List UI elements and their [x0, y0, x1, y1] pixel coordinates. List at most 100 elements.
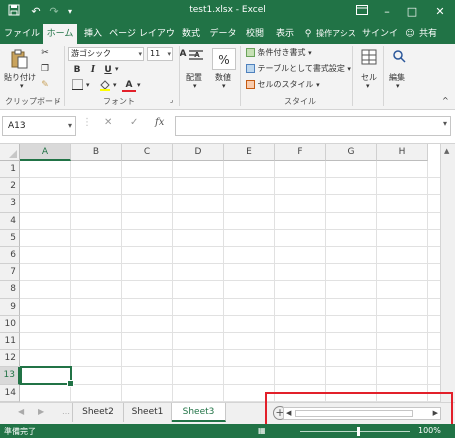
- row-header[interactable]: 7: [0, 264, 20, 282]
- row-header[interactable]: 2: [0, 178, 20, 196]
- sheet-tab[interactable]: Sheet1: [124, 403, 172, 422]
- select-all-button[interactable]: [0, 144, 20, 161]
- row-header[interactable]: 8: [0, 281, 20, 299]
- bold-button[interactable]: B: [70, 63, 84, 77]
- underline-button[interactable]: U: [101, 63, 115, 77]
- zoom-slider[interactable]: [300, 431, 410, 432]
- column-header[interactable]: F: [275, 144, 326, 161]
- copy-icon[interactable]: ❐: [38, 62, 52, 76]
- column-header[interactable]: G: [326, 144, 377, 161]
- lightbulb-icon[interactable]: ⚲: [302, 24, 314, 44]
- name-box[interactable]: A13 ▾: [2, 116, 76, 136]
- zoom-level[interactable]: 100%: [418, 426, 441, 435]
- row-header[interactable]: 5: [0, 229, 20, 247]
- gridline: [20, 297, 440, 299]
- number-format-button[interactable]: %: [212, 48, 236, 70]
- column-header[interactable]: B: [71, 144, 122, 161]
- cells-dropdown-icon[interactable]: ▾: [366, 82, 370, 90]
- cancel-button[interactable]: ✕: [104, 117, 112, 128]
- column-header[interactable]: E: [224, 144, 275, 161]
- borders-dropdown-icon[interactable]: ▾: [86, 81, 90, 89]
- sheet-tab[interactable]: Sheet2: [72, 403, 124, 422]
- font-name-combo[interactable]: 游ゴシック ▾: [68, 47, 144, 61]
- tab-review[interactable]: 校閲: [242, 24, 268, 44]
- fill-color-dropdown-icon[interactable]: ▾: [113, 81, 117, 89]
- search-icon[interactable]: [387, 48, 411, 70]
- normal-view-icon[interactable]: ▦: [258, 426, 266, 435]
- tab-home[interactable]: ホーム: [43, 24, 77, 44]
- chevron-down-icon: ▾: [347, 65, 351, 73]
- column-header[interactable]: D: [173, 144, 224, 161]
- more-tabs-icon[interactable]: …: [62, 407, 70, 416]
- row-header[interactable]: 11: [0, 333, 20, 351]
- number-dropdown-icon[interactable]: ▾: [222, 82, 226, 90]
- tab-insert[interactable]: 挿入: [80, 24, 106, 44]
- clipboard-group-label: クリップボード: [5, 97, 61, 106]
- zoom-slider-thumb[interactable]: [357, 427, 360, 436]
- tab-view[interactable]: 表示: [272, 24, 298, 44]
- underline-dropdown-icon[interactable]: ▾: [115, 65, 119, 73]
- column-header[interactable]: A: [20, 144, 71, 161]
- font-color-dropdown-icon[interactable]: ▾: [137, 81, 141, 89]
- row-header[interactable]: 6: [0, 247, 20, 265]
- italic-button[interactable]: I: [86, 63, 100, 77]
- maximize-button[interactable]: □: [402, 3, 422, 21]
- row-header[interactable]: 14: [0, 384, 20, 402]
- active-cell[interactable]: [20, 366, 74, 387]
- fill-color-icon[interactable]: [98, 79, 112, 93]
- close-button[interactable]: ✕: [430, 3, 450, 21]
- tell-me-box[interactable]: 操作アシス: [316, 24, 356, 44]
- cut-icon[interactable]: ✂: [38, 46, 52, 60]
- ribbon-display-icon[interactable]: [352, 3, 372, 21]
- borders-icon[interactable]: [70, 79, 84, 93]
- row-header[interactable]: 3: [0, 195, 20, 213]
- tab-formulas[interactable]: 数式: [178, 24, 204, 44]
- share-button[interactable]: 共有: [417, 24, 439, 44]
- format-as-table-button[interactable]: テーブルとして書式設定 ▾: [246, 63, 351, 74]
- worksheet-grid[interactable]: ABCDEFGH 1 2 3 4 5 6 7 8 9 10 11 12 13 14: [0, 144, 440, 404]
- minimize-button[interactable]: –: [377, 3, 397, 21]
- formula-bar-menu-icon[interactable]: ⋮: [82, 117, 92, 128]
- column-header[interactable]: H: [377, 144, 428, 161]
- row-header[interactable]: 9: [0, 298, 20, 316]
- column-header[interactable]: C: [122, 144, 173, 161]
- gridline: [20, 228, 440, 230]
- gridline: [20, 314, 440, 316]
- cells-icon[interactable]: [357, 48, 381, 70]
- collapse-ribbon-icon[interactable]: ^: [442, 96, 449, 105]
- paste-dropdown-icon[interactable]: ▾: [20, 82, 24, 90]
- alignment-icon[interactable]: [184, 48, 208, 70]
- editing-dropdown-icon[interactable]: ▾: [396, 82, 400, 90]
- formula-input[interactable]: ▾: [175, 116, 451, 136]
- tab-file[interactable]: ファイル: [4, 24, 40, 44]
- alignment-dropdown-icon[interactable]: ▾: [193, 82, 197, 90]
- separator: [383, 46, 384, 106]
- person-icon[interactable]: ☺: [404, 24, 416, 44]
- enter-button[interactable]: ✓: [130, 117, 138, 128]
- clipboard-launcher-icon[interactable]: ⌟: [56, 96, 59, 104]
- scroll-tabs-right-icon[interactable]: ▶: [38, 407, 44, 416]
- vertical-scrollbar[interactable]: ▲: [440, 144, 455, 404]
- sign-in-link[interactable]: サインイン: [360, 24, 400, 59]
- expand-formula-icon[interactable]: ▾: [443, 119, 447, 128]
- paste-icon[interactable]: [7, 48, 31, 70]
- insert-function-button[interactable]: fx: [155, 117, 164, 128]
- row-header[interactable]: 13: [0, 367, 20, 385]
- tab-data[interactable]: データ: [208, 24, 238, 44]
- row-header[interactable]: 10: [0, 315, 20, 333]
- row-header[interactable]: 1: [0, 161, 20, 179]
- scroll-up-icon[interactable]: ▲: [444, 147, 449, 155]
- cell-styles-button[interactable]: セルのスタイル ▾: [246, 79, 320, 90]
- separator: [64, 46, 65, 106]
- scroll-tabs-left-icon[interactable]: ◀: [18, 407, 24, 416]
- font-launcher-icon[interactable]: ⌟: [170, 96, 173, 104]
- font-size-combo[interactable]: 11 ▾: [147, 47, 173, 61]
- chevron-down-icon: ▾: [167, 50, 171, 58]
- format-painter-icon[interactable]: ✎: [38, 78, 52, 92]
- tab-page-layout[interactable]: ページ レイアウト: [108, 24, 176, 59]
- font-color-button[interactable]: A: [122, 78, 136, 92]
- row-header[interactable]: 12: [0, 350, 20, 368]
- conditional-format-button[interactable]: 条件付き書式 ▾: [246, 47, 312, 58]
- sheet-tab-active[interactable]: Sheet3: [172, 403, 226, 422]
- row-header[interactable]: 4: [0, 212, 20, 230]
